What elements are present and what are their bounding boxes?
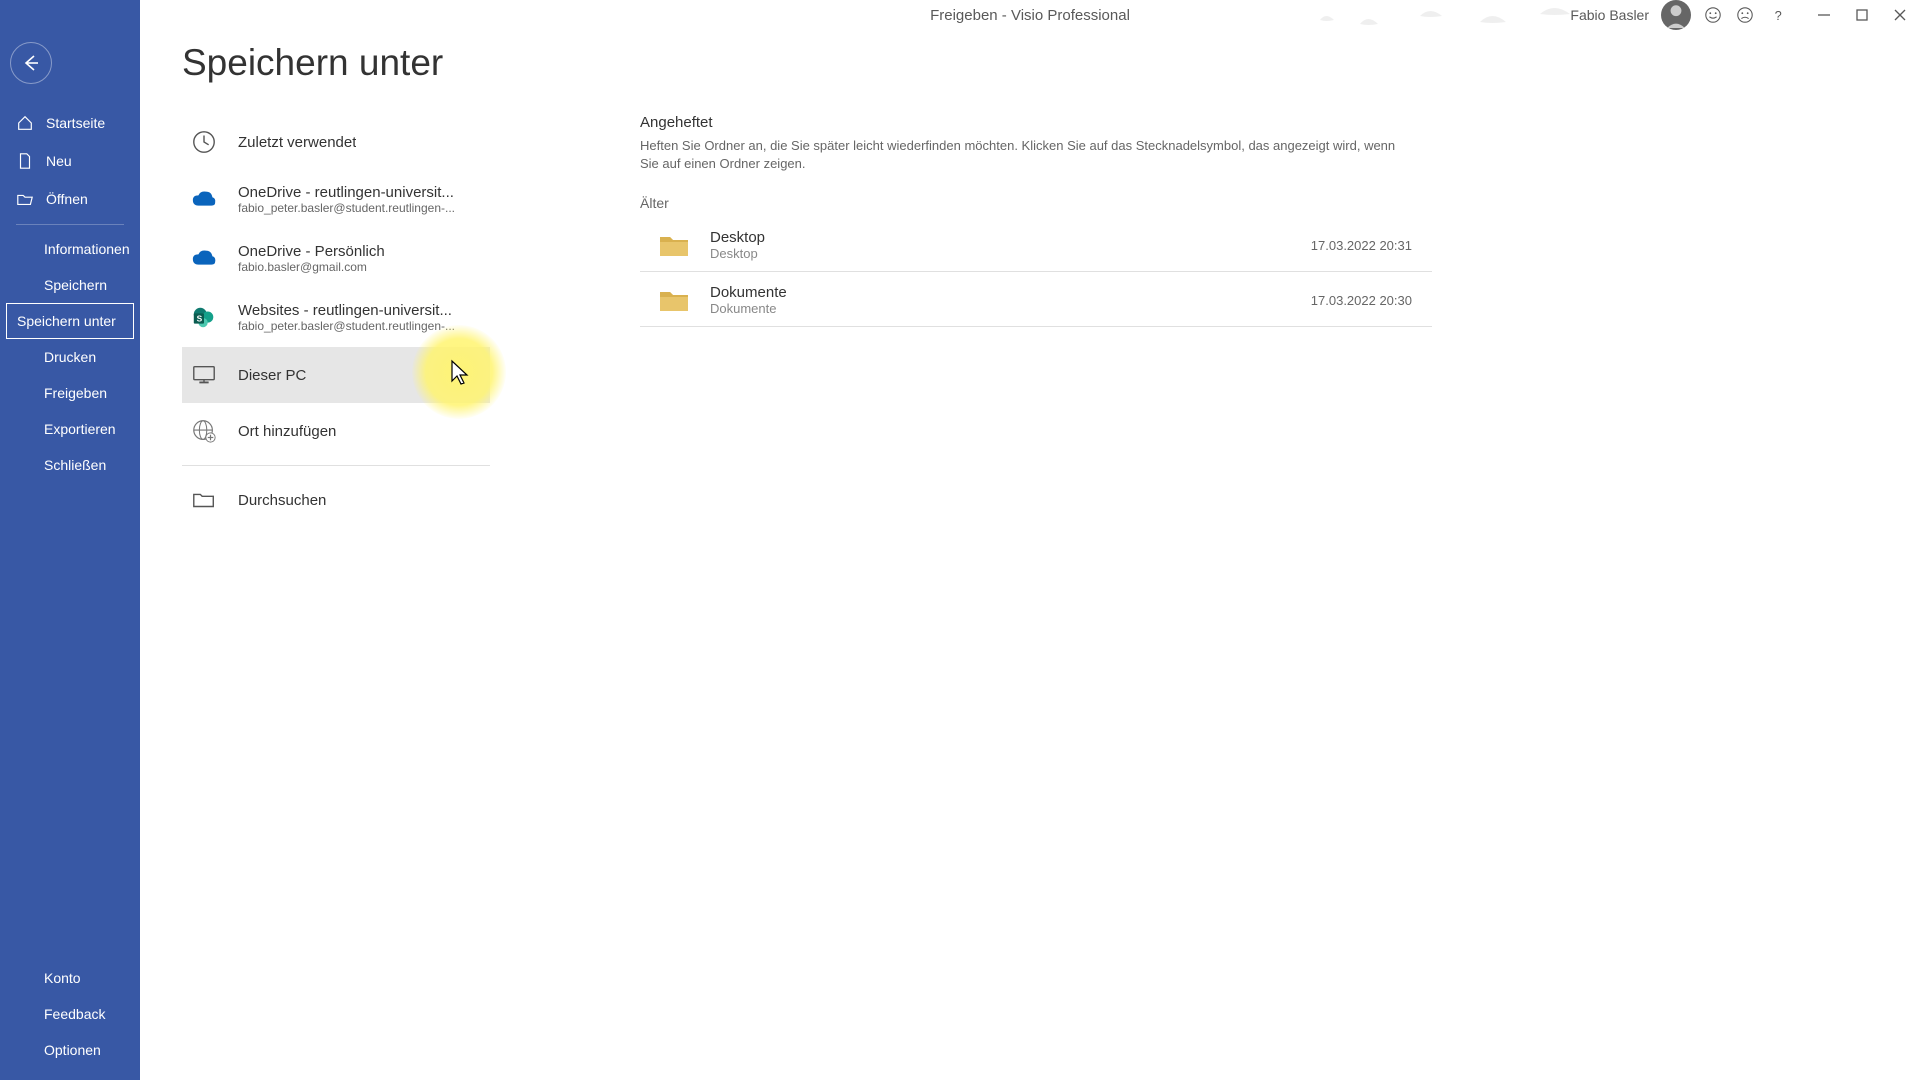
folder-icon — [658, 232, 690, 258]
folder-date: 17.03.2022 20:30 — [1311, 293, 1432, 308]
location-label: Zuletzt verwendet — [238, 134, 356, 151]
nav-label: Freigeben — [44, 385, 107, 401]
nav-item-print[interactable]: Drucken — [0, 339, 140, 375]
location-label: Dieser PC — [238, 367, 306, 384]
folder-path: Desktop — [710, 246, 765, 261]
close-button[interactable] — [1890, 5, 1910, 25]
globe-plus-icon — [190, 417, 218, 445]
pinned-description: Heften Sie Ordner an, die Sie später lei… — [640, 137, 1400, 173]
location-sublabel: fabio_peter.basler@student.reutlingen-..… — [238, 201, 455, 215]
nav-item-open[interactable]: Öffnen — [0, 180, 140, 218]
home-icon — [16, 114, 34, 132]
save-locations: Zuletzt verwendet OneDrive - reutlingen-… — [182, 114, 490, 528]
location-label: Durchsuchen — [238, 492, 326, 509]
location-browse[interactable]: Durchsuchen — [182, 472, 490, 528]
sad-icon[interactable] — [1735, 5, 1755, 25]
location-label: OneDrive - reutlingen-universit... — [238, 184, 455, 201]
nav-item-save[interactable]: Speichern — [0, 267, 140, 303]
nav-label: Feedback — [44, 1006, 105, 1022]
nav-label: Exportieren — [44, 421, 116, 437]
window-title: Freigeben - Visio Professional — [930, 7, 1130, 24]
folder-name: Dokumente — [710, 284, 787, 301]
open-icon — [16, 190, 34, 208]
location-sublabel: fabio.basler@gmail.com — [238, 260, 385, 274]
cloud-icon — [190, 245, 218, 273]
cloud-icon — [190, 186, 218, 214]
nav-item-account[interactable]: Konto — [0, 960, 140, 996]
nav-label: Drucken — [44, 349, 96, 365]
folder-row-documents[interactable]: Dokumente Dokumente 17.03.2022 20:30 — [640, 272, 1432, 327]
older-header: Älter — [640, 195, 1432, 211]
maximize-button[interactable] — [1852, 5, 1872, 25]
decorative-birds — [1310, 2, 1610, 34]
nav-item-options[interactable]: Optionen — [0, 1032, 140, 1068]
location-sharepoint-sites[interactable]: S Websites - reutlingen-universit... fab… — [182, 288, 490, 347]
backstage-sidebar: Startseite Neu Öffnen Informationen Spei… — [0, 0, 140, 1080]
nav-item-new[interactable]: Neu — [0, 142, 140, 180]
nav-item-feedback[interactable]: Feedback — [0, 996, 140, 1032]
nav-label: Speichern — [44, 277, 107, 293]
pc-icon — [190, 361, 218, 389]
svg-text:S: S — [197, 313, 203, 323]
location-add-place[interactable]: Ort hinzufügen — [182, 403, 490, 459]
folder-list-panel: Angeheftet Heften Sie Ordner an, die Sie… — [640, 114, 1432, 327]
folder-date: 17.03.2022 20:31 — [1311, 238, 1432, 253]
nav-item-info[interactable]: Informationen — [0, 231, 140, 267]
folder-row-desktop[interactable]: Desktop Desktop 17.03.2022 20:31 — [640, 217, 1432, 272]
back-button[interactable] — [10, 42, 52, 84]
location-label: Websites - reutlingen-universit... — [238, 302, 455, 319]
location-label: OneDrive - Persönlich — [238, 243, 385, 260]
location-label: Ort hinzufügen — [238, 423, 336, 440]
nav-item-close[interactable]: Schließen — [0, 447, 140, 483]
folder-name: Desktop — [710, 229, 765, 246]
folder-path: Dokumente — [710, 301, 787, 316]
nav-label: Konto — [44, 970, 81, 986]
location-recent[interactable]: Zuletzt verwendet — [182, 114, 490, 170]
nav-label: Informationen — [44, 241, 130, 257]
title-bar: Freigeben - Visio Professional Fabio Bas… — [140, 0, 1920, 30]
main-content: Speichern unter Zuletzt verwendet OneDri… — [140, 0, 1920, 1080]
location-this-pc[interactable]: Dieser PC — [182, 347, 490, 403]
nav-label: Öffnen — [46, 191, 88, 207]
nav-label: Neu — [46, 153, 72, 169]
nav-label: Startseite — [46, 115, 105, 131]
nav-item-export[interactable]: Exportieren — [0, 411, 140, 447]
clock-icon — [190, 128, 218, 156]
help-icon[interactable]: ? — [1767, 5, 1787, 25]
minimize-button[interactable] — [1814, 5, 1834, 25]
location-sublabel: fabio_peter.basler@student.reutlingen-..… — [238, 319, 455, 333]
nav-label: Optionen — [44, 1042, 101, 1058]
smile-icon[interactable] — [1703, 5, 1723, 25]
nav-label: Speichern unter — [17, 313, 116, 329]
pinned-header: Angeheftet — [640, 114, 1432, 131]
cursor-icon — [450, 359, 472, 387]
nav-label: Schließen — [44, 457, 106, 473]
svg-text:?: ? — [1775, 8, 1782, 23]
folder-icon — [658, 287, 690, 313]
nav-item-share[interactable]: Freigeben — [0, 375, 140, 411]
sharepoint-icon: S — [190, 304, 218, 332]
user-name: Fabio Basler — [1570, 7, 1649, 23]
nav-item-saveas[interactable]: Speichern unter — [6, 303, 134, 339]
folder-open-icon — [190, 486, 218, 514]
location-onedrive-business[interactable]: OneDrive - reutlingen-universit... fabio… — [182, 170, 490, 229]
doc-icon — [16, 152, 34, 170]
nav-item-home[interactable]: Startseite — [0, 104, 140, 142]
location-onedrive-personal[interactable]: OneDrive - Persönlich fabio.basler@gmail… — [182, 229, 490, 288]
avatar[interactable] — [1661, 0, 1691, 30]
